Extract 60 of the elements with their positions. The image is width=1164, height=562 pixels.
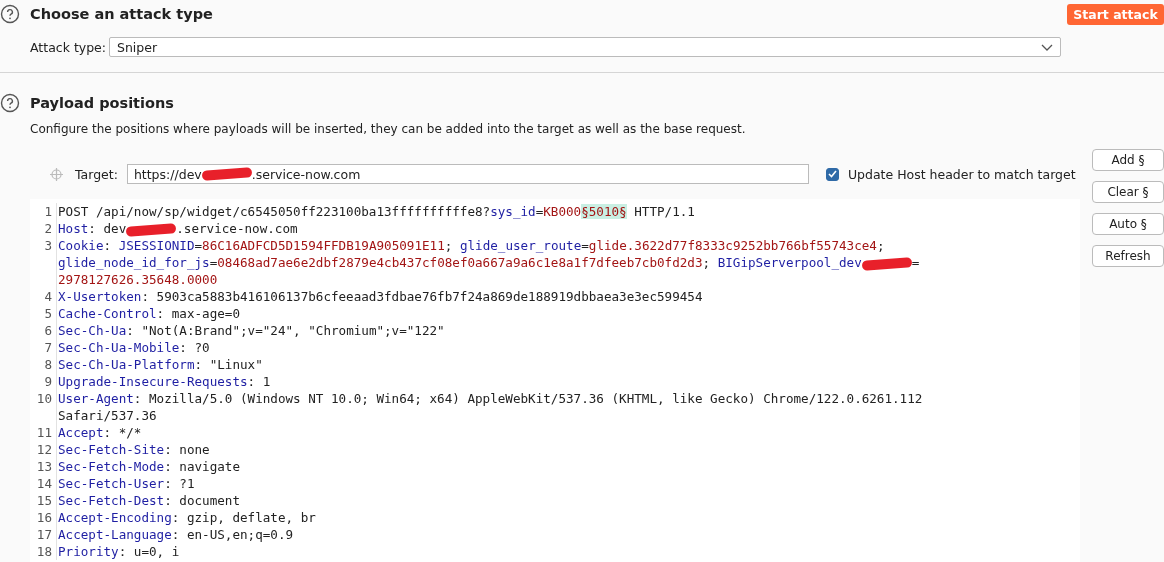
request-line: Cookie: JSESSIONID=86C16ADFCD5D1594FFDB19A905091E11; glide_user_route=glide.3622d77f8333c9252bb766bf55743ce4; xyxy=(58,237,886,254)
attack-type-dropdown[interactable]: Sniper xyxy=(109,37,1061,57)
request-line: Sec-Ch-Ua-Platform: "Linux" xyxy=(58,356,263,373)
redaction-mark xyxy=(126,222,177,237)
request-line: Safari/537.36 xyxy=(58,407,158,424)
redaction-mark xyxy=(861,256,913,271)
request-line: Sec-Fetch-Dest: document xyxy=(58,492,240,509)
line-number: 9 xyxy=(43,373,53,390)
request-line: Cache-Control: max-age=0 xyxy=(58,305,240,322)
crosshair-icon xyxy=(50,167,63,181)
request-line: POST /api/now/sp/widget/c6545050ff223100ba13ffffffffffe8?sys_id=KB000§5010§ HTTP/1.1 xyxy=(58,203,695,220)
redaction-mark xyxy=(201,167,252,181)
request-editor[interactable] xyxy=(30,149,1080,562)
line-number: 4 xyxy=(43,288,53,305)
line-number: 5 xyxy=(43,305,53,322)
request-line: 2978127626.35648.0000 xyxy=(58,271,219,288)
position-button[interactable]: Clear § xyxy=(1092,181,1164,203)
request-line: Sec-Ch-Ua: "Not(A:Brand";v="24", "Chromium";v="122" xyxy=(58,322,445,339)
request-line: Host: dev .service-now.com xyxy=(58,220,298,237)
chevron-down-icon xyxy=(1041,43,1053,51)
help-icon[interactable] xyxy=(0,93,20,113)
request-line: Accept-Language: en-US,en;q=0.9 xyxy=(58,526,294,543)
line-number: 12 xyxy=(35,441,53,458)
request-line: X-Usertoken: 5903ca5883b416106137b6cfeeaad3fdbae76fb7f24a869de188919dbbaea3e3ec599454 xyxy=(58,288,703,305)
request-line: Upgrade-Insecure-Requests: 1 xyxy=(58,373,271,390)
position-button[interactable]: Refresh xyxy=(1092,245,1164,267)
line-number: 11 xyxy=(35,424,53,441)
target-field[interactable]: https://dev .service-now.com xyxy=(126,164,809,184)
update-host-label: Update Host header to match target xyxy=(847,166,1076,182)
target-label: Target: xyxy=(75,166,118,182)
section-description: Configure the positions where payloads will be inserted, they can be added into the target as well as the base request. xyxy=(29,121,747,136)
line-number: 16 xyxy=(35,509,53,526)
line-number: 10 xyxy=(35,390,53,408)
line-number: 14 xyxy=(35,475,53,492)
line-number: 18 xyxy=(35,543,53,560)
request-line: Sec-Fetch-Mode: navigate xyxy=(58,458,240,475)
request-line: glide_node_id_for_js=08468ad7ae6e2dbf2879e4cb437cf08ef0a667a9a6c1e8a1f7dfeeb7cb0fd2d3; BIGipServerpool_dev = xyxy=(58,254,920,271)
request-line: Accept-Encoding: gzip, deflate, br xyxy=(58,509,316,526)
request-line: Sec-Fetch-User: ?1 xyxy=(58,475,195,492)
section-title: Choose an attack type xyxy=(30,6,213,22)
line-number: 17 xyxy=(35,526,53,543)
line-number: 6 xyxy=(43,322,53,339)
line-number: 1 xyxy=(43,203,53,220)
request-line: Sec-Fetch-Site: none xyxy=(58,441,210,458)
request-line: Sec-Ch-Ua-Mobile: ?0 xyxy=(58,339,210,356)
line-number: 2 xyxy=(43,220,53,237)
attack-type-label: Attack type: xyxy=(30,39,106,55)
section-title: Payload positions xyxy=(30,95,174,111)
request-line: Priority: u=0, i xyxy=(58,543,180,560)
position-button[interactable]: Auto § xyxy=(1092,213,1164,235)
help-icon[interactable] xyxy=(0,4,20,24)
line-number: 3 xyxy=(43,237,53,255)
update-host-checkbox[interactable] xyxy=(825,167,839,181)
line-number: 15 xyxy=(35,492,53,509)
request-line: Accept: */* xyxy=(58,424,142,441)
line-number: 8 xyxy=(43,356,53,373)
line-number: 7 xyxy=(43,339,53,356)
position-button[interactable]: Add § xyxy=(1092,149,1164,171)
request-line: User-Agent: Mozilla/5.0 (Windows NT 10.0; Win64; x64) AppleWebKit/537.36 (KHTML, like Gecko) Chrome/122.0.6261.112 xyxy=(58,390,923,407)
line-number: 13 xyxy=(35,458,53,475)
